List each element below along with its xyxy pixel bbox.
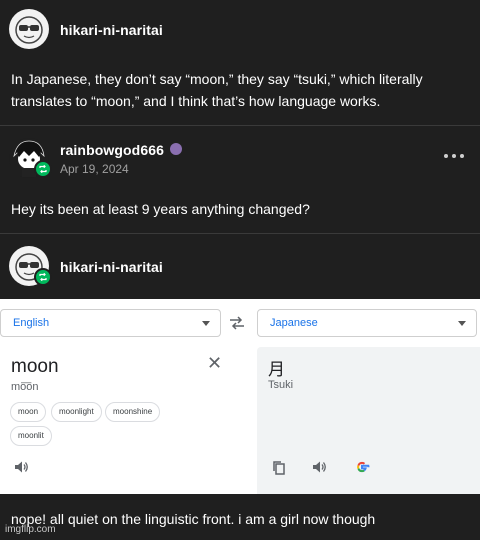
post-username[interactable]: hikari-ni-naritai (60, 22, 163, 38)
chevron-down-icon (458, 321, 466, 326)
blog-badge-icon (170, 143, 182, 155)
copy-icon[interactable] (272, 460, 286, 476)
speaker-icon[interactable] (312, 460, 328, 474)
post-3-header: hikari-ni-naritai (0, 246, 480, 286)
source-pronunciation: mo͞on (11, 381, 39, 393)
swap-languages-icon[interactable] (229, 316, 245, 330)
post-body: nope! all quiet on the linguistic front.… (11, 511, 376, 527)
source-language-label: English (13, 317, 50, 329)
post-1-header: hikari-ni-naritai (0, 9, 480, 49)
suggestion-chip[interactable]: moonshine (105, 402, 161, 422)
avatar[interactable] (9, 138, 52, 178)
post-username[interactable]: rainbowgod666 (60, 142, 164, 158)
post-body: Hey its been at least 9 years anything c… (11, 201, 310, 217)
speaker-icon[interactable] (14, 460, 30, 474)
post-date: Apr 19, 2024 (60, 162, 129, 176)
sunglasses-avatar-icon (10, 10, 48, 48)
target-language-select[interactable]: Japanese (257, 309, 477, 337)
suggestion-chip[interactable]: moonlit (10, 426, 52, 446)
post-divider (0, 125, 480, 126)
translate-image: English Japanese moon mo͞on ✕ moon moonl… (0, 299, 480, 494)
clear-text-icon[interactable]: ✕ (207, 353, 222, 374)
source-word: moon (11, 356, 59, 377)
reblog-badge (34, 160, 52, 178)
target-text-panel: 月 Tsuki (257, 347, 480, 494)
avatar[interactable] (9, 246, 52, 286)
post-divider (0, 233, 480, 234)
suggestion-chip[interactable]: moon (10, 402, 47, 422)
reblog-icon (39, 164, 47, 174)
source-language-select[interactable]: English (0, 309, 221, 337)
more-options-button[interactable] (443, 148, 465, 164)
post-username[interactable]: hikari-ni-naritai (60, 259, 163, 275)
avatar[interactable] (9, 9, 49, 49)
post-body-line: translates to “moon,” and I think that’s… (11, 93, 381, 109)
target-romanization: Tsuki (268, 379, 294, 391)
suggestion-chip[interactable]: moonlight (51, 402, 102, 422)
watermark: imgflip.com (5, 524, 56, 535)
post-body-line: In Japanese, they don’t say “moon,” they… (11, 71, 423, 87)
target-word: 月 (268, 360, 285, 379)
chevron-down-icon (202, 321, 210, 326)
reblog-icon (39, 272, 47, 282)
source-text-panel[interactable]: moon mo͞on ✕ moon moonlight moonshine mo… (0, 347, 250, 494)
google-logo-icon[interactable] (354, 459, 370, 475)
reblog-badge (34, 268, 52, 286)
post-2-header: rainbowgod666 Apr 19, 2024 (0, 138, 480, 178)
post-1-body: In Japanese, they don’t say “moon,” they… (11, 68, 471, 112)
target-language-label: Japanese (270, 317, 318, 329)
